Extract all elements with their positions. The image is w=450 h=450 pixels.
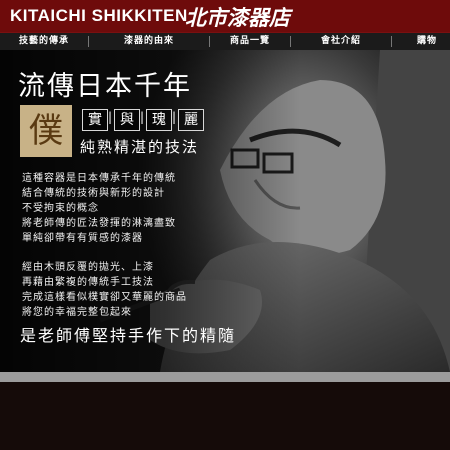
brand-logo-text[interactable]: KITAICHI SHIKKITEN: [10, 6, 188, 26]
tag-divider: |: [172, 110, 177, 124]
main-nav: 技藝的傳承 漆器的由來 商品一覽 會社介紹 購物: [0, 32, 450, 51]
paragraph-line: 經由木頭反覆的拋光、上漆: [22, 262, 154, 273]
paragraph-line: 再藉由繁複的傳統手工技法: [22, 277, 154, 288]
footer-area: [0, 382, 450, 450]
tag-divider: |: [140, 110, 145, 124]
seal-badge: 僕: [20, 105, 72, 157]
site-header: KITAICHI SHIKKITEN 北市漆器店: [0, 0, 450, 32]
brand-logo-calligraphy[interactable]: 北市漆器店: [185, 2, 290, 32]
nav-item-products[interactable]: 商品一覽: [210, 33, 290, 50]
paragraph-line: 單純卻帶有有質感的漆器: [22, 233, 143, 244]
tag-divider: |: [108, 110, 113, 124]
paragraph-line: 這種容器是日本傳承千年的傳統: [22, 173, 176, 184]
paragraph-line: 將您的幸福完整包起來: [22, 307, 132, 318]
tag-char: 與: [114, 109, 140, 131]
nav-item-origin[interactable]: 漆器的由來: [89, 33, 209, 50]
hero-subtitle: 純熟精湛的技法: [80, 138, 200, 156]
tag-char: 麗: [178, 109, 204, 131]
paragraph-line: 不受拘束的概念: [22, 203, 99, 214]
paragraph-line: 完成這樣看似樸實卻又華麗的商品: [22, 292, 187, 303]
nav-item-shop[interactable]: 購物: [392, 33, 450, 50]
nav-item-craft[interactable]: 技藝的傳承: [0, 33, 88, 50]
nav-item-company[interactable]: 會社介紹: [291, 33, 391, 50]
hero-banner: 流傳日本千年 僕 實 | 與 | 瑰 | 麗 純熟精湛的技法 這種容器是日本傳承…: [0, 50, 450, 372]
tag-char: 實: [82, 109, 108, 131]
divider-bar: [0, 372, 450, 382]
hero-title: 流傳日本千年: [18, 71, 192, 102]
paragraph-line: 結合傳統的技術與新形的設計: [22, 188, 165, 199]
paragraph-line: 將老師傳的匠法發揮的淋漓盡致: [22, 218, 176, 229]
hero-slogan: 是老師傅堅持手作下的精隨: [20, 326, 237, 345]
tag-char: 瑰: [146, 109, 172, 131]
